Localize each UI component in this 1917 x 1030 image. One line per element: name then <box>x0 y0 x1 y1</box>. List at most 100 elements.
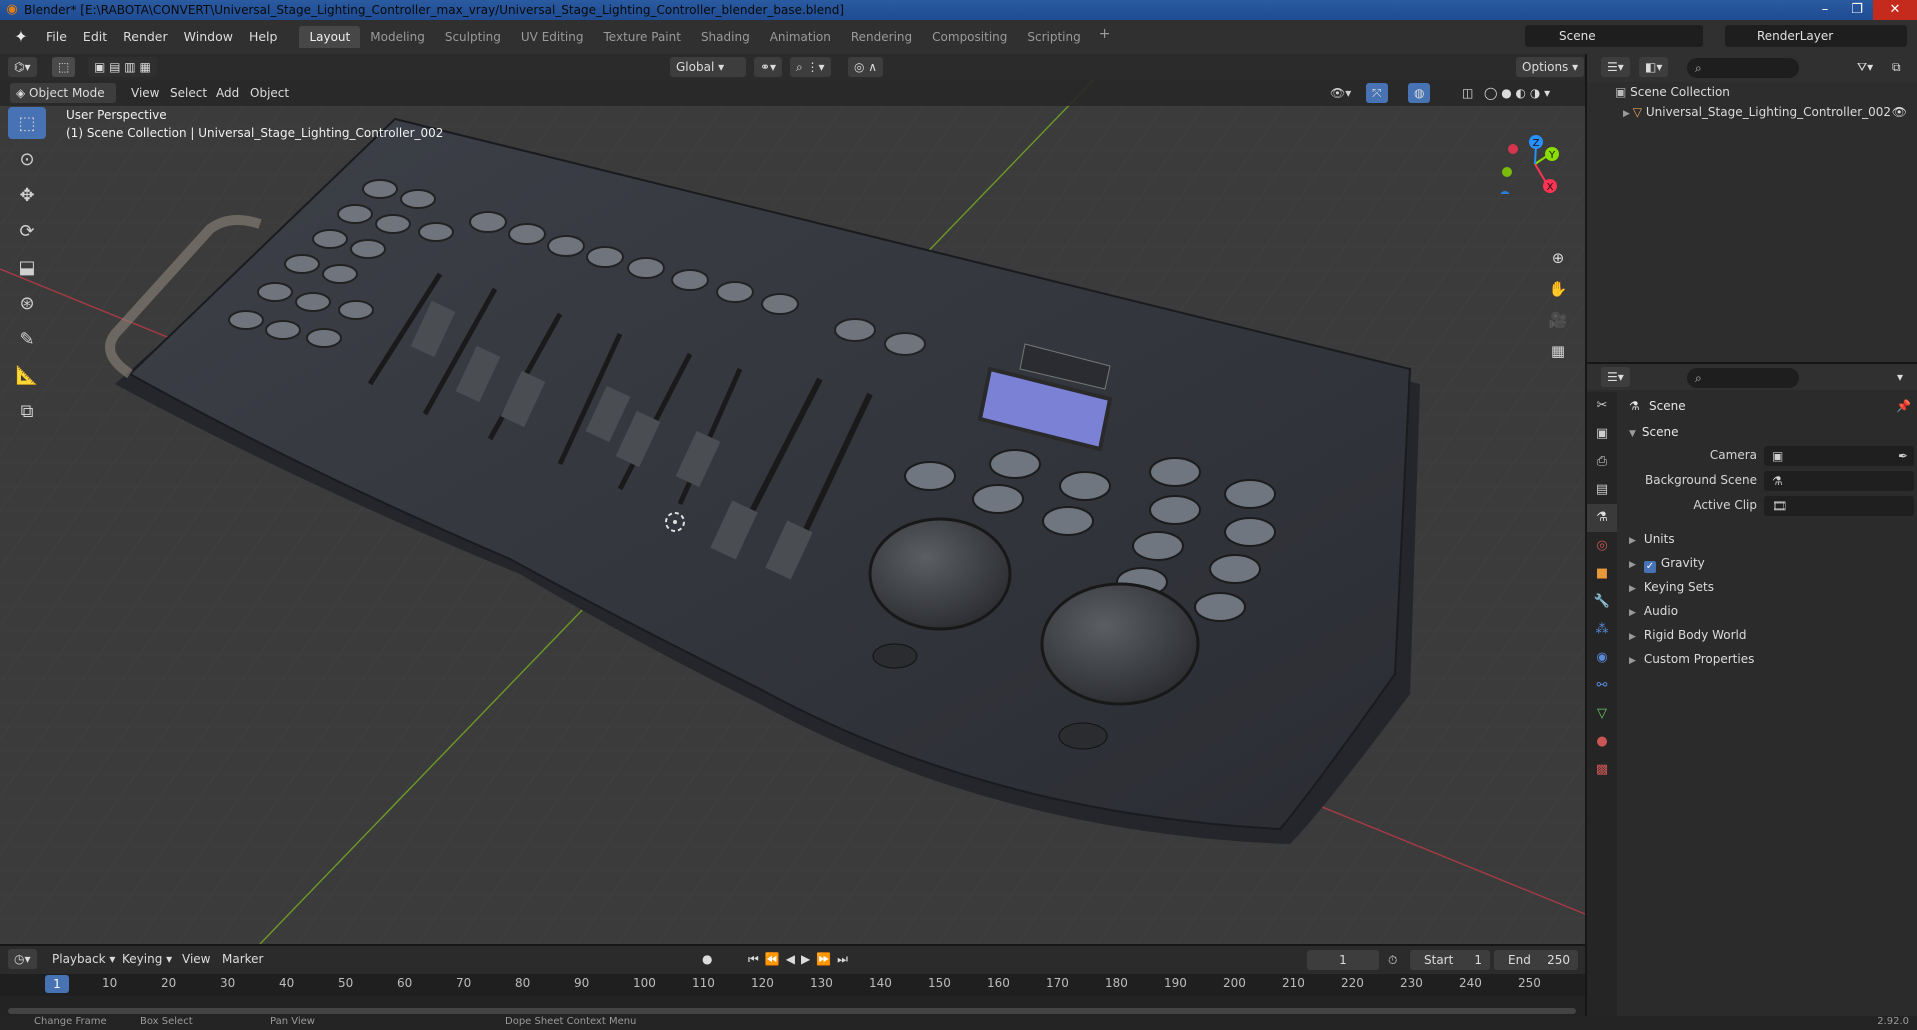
keying-sets-panel[interactable]: ▶ Keying Sets <box>1619 575 1917 599</box>
tab-uv-editing[interactable]: UV Editing <box>511 26 594 48</box>
view-layer-tab-icon[interactable]: ▤ <box>1587 476 1617 504</box>
timeline-editor-icon[interactable]: ◷▾ <box>8 949 37 969</box>
current-frame-input[interactable]: 1 <box>1307 950 1379 970</box>
maximize-button[interactable]: ❐ <box>1841 0 1873 20</box>
menu-edit[interactable]: Edit <box>75 25 115 49</box>
outliner-editor-icon[interactable]: ☰▾ <box>1601 57 1630 77</box>
options-button[interactable]: Options ▾ <box>1516 57 1585 77</box>
viewport-menu-add[interactable]: Add <box>216 83 239 103</box>
timeline-menu-keying[interactable]: Keying ▾ <box>122 949 172 969</box>
menu-window[interactable]: Window <box>176 25 241 49</box>
particles-tab-icon[interactable]: ⁂ <box>1587 616 1617 644</box>
properties-search-input[interactable]: ⌕ <box>1687 368 1799 388</box>
custom-properties-panel[interactable]: ▶ Custom Properties <box>1619 647 1917 671</box>
proportional-edit-icon[interactable]: ◎ ∧ <box>848 57 884 77</box>
object-tab-icon[interactable]: ■ <box>1587 560 1617 588</box>
world-tab-icon[interactable]: ◎ <box>1587 532 1617 560</box>
timeline-menu-marker[interactable]: Marker <box>222 949 263 969</box>
minimize-button[interactable]: – <box>1809 0 1841 20</box>
gravity-checkbox[interactable]: ✓ <box>1643 561 1656 573</box>
timeline-menu-playback[interactable]: Playback ▾ <box>52 949 115 969</box>
gravity-panel[interactable]: ▶ ✓ Gravity <box>1619 551 1917 575</box>
scale-icon[interactable]: ⬓ <box>8 251 46 283</box>
timeline-track[interactable] <box>0 996 1585 1018</box>
tab-shading[interactable]: Shading <box>691 26 760 48</box>
select-box-icon[interactable]: ⬚ <box>8 107 46 139</box>
pin-icon[interactable]: 📌 <box>1896 392 1911 420</box>
tab-animation[interactable]: Animation <box>760 26 841 48</box>
camera-view-icon[interactable]: 🎥 <box>1544 306 1572 334</box>
zoom-icon[interactable]: ⊕ <box>1544 244 1572 272</box>
scene-section-header[interactable]: ▼ Scene <box>1619 420 1917 444</box>
timeline-ruler[interactable]: 1 10 20 30 40 50 60 70 80 90 100 110 120 130 140 150 160… <box>0 974 1585 996</box>
tab-scripting[interactable]: Scripting <box>1017 26 1090 48</box>
pan-hand-icon[interactable]: ✋ <box>1544 275 1572 303</box>
move-icon[interactable]: ✥ <box>8 179 46 211</box>
transform-icon[interactable]: ⊛ <box>8 287 46 319</box>
timeline-scrollbar[interactable] <box>8 1008 1576 1014</box>
tab-texture-paint[interactable]: Texture Paint <box>594 26 691 48</box>
3d-viewport[interactable]: X Y Z User Perspective (1) Scene Collect… <box>0 54 1585 944</box>
current-frame-marker[interactable]: 1 <box>45 975 69 993</box>
scene-selector[interactable]: Scene <box>1525 25 1703 47</box>
data-tab-icon[interactable]: ▽ <box>1587 700 1617 728</box>
end-frame-input[interactable]: End 250 <box>1494 950 1578 970</box>
cursor-icon[interactable]: ⊙ <box>8 143 46 175</box>
modifier-tab-icon[interactable]: 🔧 <box>1587 588 1617 616</box>
pivot-icon[interactable]: ⚭▾ <box>754 57 783 77</box>
menu-file[interactable]: File <box>38 25 75 49</box>
output-tab-icon[interactable]: ⎙ <box>1587 448 1617 476</box>
visibility-icon[interactable]: 👁▾ <box>1330 83 1351 103</box>
record-icon[interactable]: ● <box>702 949 712 969</box>
selection-modes-icon[interactable]: ▣ ▤ ▥ ▦ <box>88 57 157 77</box>
navigation-gizmo[interactable]: X Y Z <box>1490 114 1570 194</box>
new-collection-icon[interactable]: ⧉ <box>1892 57 1901 77</box>
tab-rendering[interactable]: Rendering <box>841 26 922 48</box>
texture-tab-icon[interactable]: ▩ <box>1587 756 1617 784</box>
add-cube-icon[interactable]: ⧉ <box>8 395 46 427</box>
close-button[interactable]: ✕ <box>1873 0 1917 20</box>
gizmo-toggle-icon[interactable]: ⤧ <box>1366 83 1388 103</box>
expand-arrow-icon[interactable]: ▶ <box>1623 109 1633 119</box>
overlay-toggle-icon[interactable]: ◍ <box>1408 83 1431 103</box>
render-layer-selector[interactable]: RenderLayer <box>1725 25 1907 47</box>
add-workspace-icon[interactable]: + <box>1091 26 1119 48</box>
xray-icon[interactable]: ◫ <box>1462 83 1473 103</box>
shading-modes-icon[interactable]: ◯ ● ◐ ◑ ▾ <box>1484 83 1550 103</box>
menu-help[interactable]: Help <box>241 25 286 49</box>
properties-editor-icon[interactable]: ☰▾ <box>1601 367 1630 387</box>
editor-type-icon[interactable]: ⌬▾ <box>8 57 37 77</box>
outliner-scene-collection[interactable]: ▣ Scene Collection <box>1587 82 1917 102</box>
filter-icon[interactable]: ⛛▾ <box>1857 57 1873 77</box>
rigid-body-world-panel[interactable]: ▶ Rigid Body World <box>1619 623 1917 647</box>
object-mode-select[interactable]: ◈ Object Mode ▾ <box>10 83 116 120</box>
tool-tab-icon[interactable]: ✂ <box>1587 392 1617 420</box>
render-tab-icon[interactable]: ▣ <box>1587 420 1617 448</box>
active-clip-input[interactable]: 🎞 <box>1764 496 1914 516</box>
menu-render[interactable]: Render <box>115 25 176 49</box>
scene-tab-icon[interactable]: ⚗ <box>1587 504 1617 532</box>
viewport-menu-view[interactable]: View <box>131 83 159 103</box>
tab-layout[interactable]: Layout <box>299 26 361 48</box>
camera-input[interactable]: ▣ ✒ <box>1764 446 1914 466</box>
material-tab-icon[interactable]: ● <box>1587 728 1617 756</box>
properties-options-icon[interactable]: ▾ <box>1897 367 1903 387</box>
select-mode-icon[interactable]: ⬚ <box>52 57 76 77</box>
timeline-menu-view[interactable]: View <box>182 949 210 969</box>
viewport-menu-select[interactable]: Select <box>170 83 207 103</box>
eyedropper-icon[interactable]: ✒ <box>1898 446 1908 466</box>
playback-controls-icon[interactable]: ⏮⏪◀▶⏩⏭ <box>748 949 854 969</box>
start-frame-input[interactable]: Start 1 <box>1410 950 1490 970</box>
stopwatch-icon[interactable]: ⏱ <box>1388 950 1397 970</box>
outliner-search-input[interactable]: ⌕ <box>1687 58 1799 78</box>
eye-icon[interactable]: 👁 <box>1892 102 1907 122</box>
rotate-icon[interactable]: ⟳ <box>8 215 46 247</box>
outliner-item[interactable]: ▶ ▽ Universal_Stage_Lighting_Controller_… <box>1587 102 1917 122</box>
tab-modeling[interactable]: Modeling <box>360 26 435 48</box>
annotate-icon[interactable]: ✎ <box>8 323 46 355</box>
audio-panel[interactable]: ▶ Audio <box>1619 599 1917 623</box>
measure-icon[interactable]: 📐 <box>8 359 46 391</box>
units-panel[interactable]: ▶ Units <box>1619 527 1917 551</box>
background-scene-input[interactable]: ⚗ <box>1764 471 1914 491</box>
tab-compositing[interactable]: Compositing <box>922 26 1017 48</box>
